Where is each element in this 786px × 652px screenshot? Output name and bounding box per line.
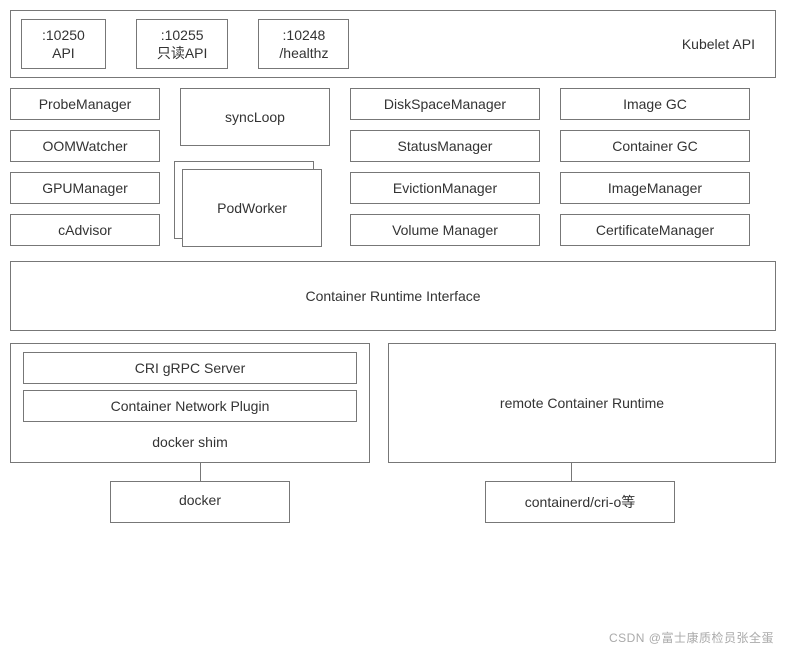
api-port: :10250 — [42, 26, 85, 44]
api-port: :10248 — [279, 26, 328, 44]
kubelet-api-container: :10250 API :10255 只读API :10248 /healthz … — [10, 10, 776, 78]
docker-shim-label: docker shim — [23, 428, 357, 452]
remote-runtime-box: remote Container Runtime — [388, 343, 776, 463]
image-gc-box: Image GC — [560, 88, 750, 120]
cri-grpc-server-box: CRI gRPC Server — [23, 352, 357, 384]
image-manager-box: ImageManager — [560, 172, 750, 204]
managers-col-1: ProbeManager OOMWatcher GPUManager cAdvi… — [10, 88, 160, 251]
syncloop-box: syncLoop — [180, 88, 330, 146]
containerd-crio-box: containerd/cri-o等 — [485, 481, 675, 523]
probe-manager-box: ProbeManager — [10, 88, 160, 120]
managers-col-4: Image GC Container GC ImageManager Certi… — [560, 88, 750, 251]
managers-grid: ProbeManager OOMWatcher GPUManager cAdvi… — [10, 88, 776, 251]
gpu-manager-box: GPUManager — [10, 172, 160, 204]
api-row: :10250 API :10255 只读API :10248 /healthz … — [21, 19, 765, 69]
cri-box: Container Runtime Interface — [10, 261, 776, 331]
podworker-front-card: PodWorker — [182, 169, 322, 247]
api-label: 只读API — [157, 44, 208, 62]
leaf-row: docker containerd/cri-o等 — [10, 481, 776, 523]
docker-box: docker — [110, 481, 290, 523]
container-gc-box: Container GC — [560, 130, 750, 162]
watermark-text: CSDN @富士康质检员张全蛋 — [609, 629, 774, 646]
api-label: API — [42, 44, 85, 62]
connector-line — [200, 463, 201, 481]
remote-runtime-label: remote Container Runtime — [500, 395, 664, 411]
certificate-manager-box: CertificateManager — [560, 214, 750, 246]
connector-line — [571, 463, 572, 481]
diskspace-manager-box: DiskSpaceManager — [350, 88, 540, 120]
managers-col-2: syncLoop PodWorker — [180, 88, 330, 251]
volume-manager-box: Volume Manager — [350, 214, 540, 246]
eviction-manager-box: EvictionManager — [350, 172, 540, 204]
runtime-row: CRI gRPC Server Container Network Plugin… — [10, 343, 776, 463]
api-port: :10255 — [157, 26, 208, 44]
container-network-plugin-box: Container Network Plugin — [23, 390, 357, 422]
oom-watcher-box: OOMWatcher — [10, 130, 160, 162]
cadvisor-box: cAdvisor — [10, 214, 160, 246]
status-manager-box: StatusManager — [350, 130, 540, 162]
connector-row — [10, 463, 776, 481]
kubelet-api-title: Kubelet API — [682, 36, 765, 52]
podworker-label: PodWorker — [217, 200, 287, 216]
api-10250-box: :10250 API — [21, 19, 106, 69]
podworker-stack: PodWorker — [180, 161, 330, 251]
managers-col-3: DiskSpaceManager StatusManager EvictionM… — [350, 88, 540, 251]
api-label: /healthz — [279, 44, 328, 62]
api-10248-box: :10248 /healthz — [258, 19, 349, 69]
api-10255-box: :10255 只读API — [136, 19, 229, 69]
docker-shim-box: CRI gRPC Server Container Network Plugin… — [10, 343, 370, 463]
